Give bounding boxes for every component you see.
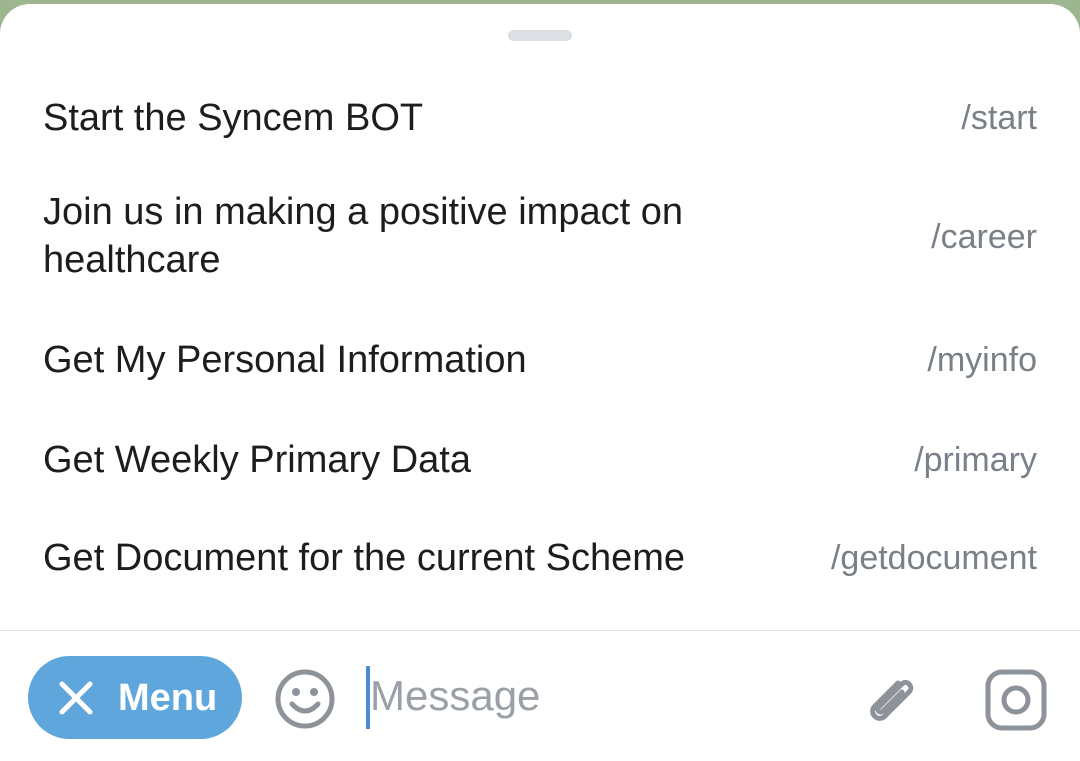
command-name: /getdocument	[830, 539, 1037, 577]
command-row-myinfo[interactable]: Get My Personal Information /myinfo	[0, 336, 1080, 396]
command-row-primary[interactable]: Get Weekly Primary Data /primary	[0, 436, 1080, 496]
camera-icon[interactable]	[983, 667, 1049, 733]
bot-commands-sheet: Start the Syncem BOT /start Join us in m…	[0, 4, 1080, 631]
command-description: Start the Syncem BOT	[43, 97, 424, 139]
command-name: /primary	[914, 441, 1037, 479]
menu-button-label: Menu	[118, 677, 218, 719]
command-description: Get Weekly Primary Data	[43, 439, 471, 481]
command-description-line1: Join us in making a positive impact on	[43, 191, 683, 233]
command-description: Get My Personal Information	[43, 339, 527, 381]
chat-screen: Start the Syncem BOT /start Join us in m…	[0, 0, 1080, 761]
close-icon	[59, 681, 93, 715]
attach-icon[interactable]	[858, 669, 922, 733]
command-row-career[interactable]: Join us in making a positive impact on h…	[0, 188, 1080, 288]
emoji-icon[interactable]	[273, 667, 337, 731]
command-row-start[interactable]: Start the Syncem BOT /start	[0, 90, 1080, 150]
command-row-getdocument[interactable]: Get Document for the current Scheme /get…	[0, 534, 1080, 594]
command-description: Get Document for the current Scheme	[43, 537, 686, 579]
command-description-line2: healthcare	[43, 239, 221, 281]
message-input[interactable]	[366, 661, 830, 731]
command-name: /career	[931, 218, 1037, 256]
sheet-drag-handle[interactable]	[508, 30, 572, 41]
command-name: /myinfo	[927, 341, 1037, 379]
command-name: /start	[961, 99, 1037, 137]
text-caret	[366, 666, 370, 729]
message-input-bar: Menu	[0, 631, 1080, 761]
menu-button[interactable]: Menu	[28, 656, 242, 739]
